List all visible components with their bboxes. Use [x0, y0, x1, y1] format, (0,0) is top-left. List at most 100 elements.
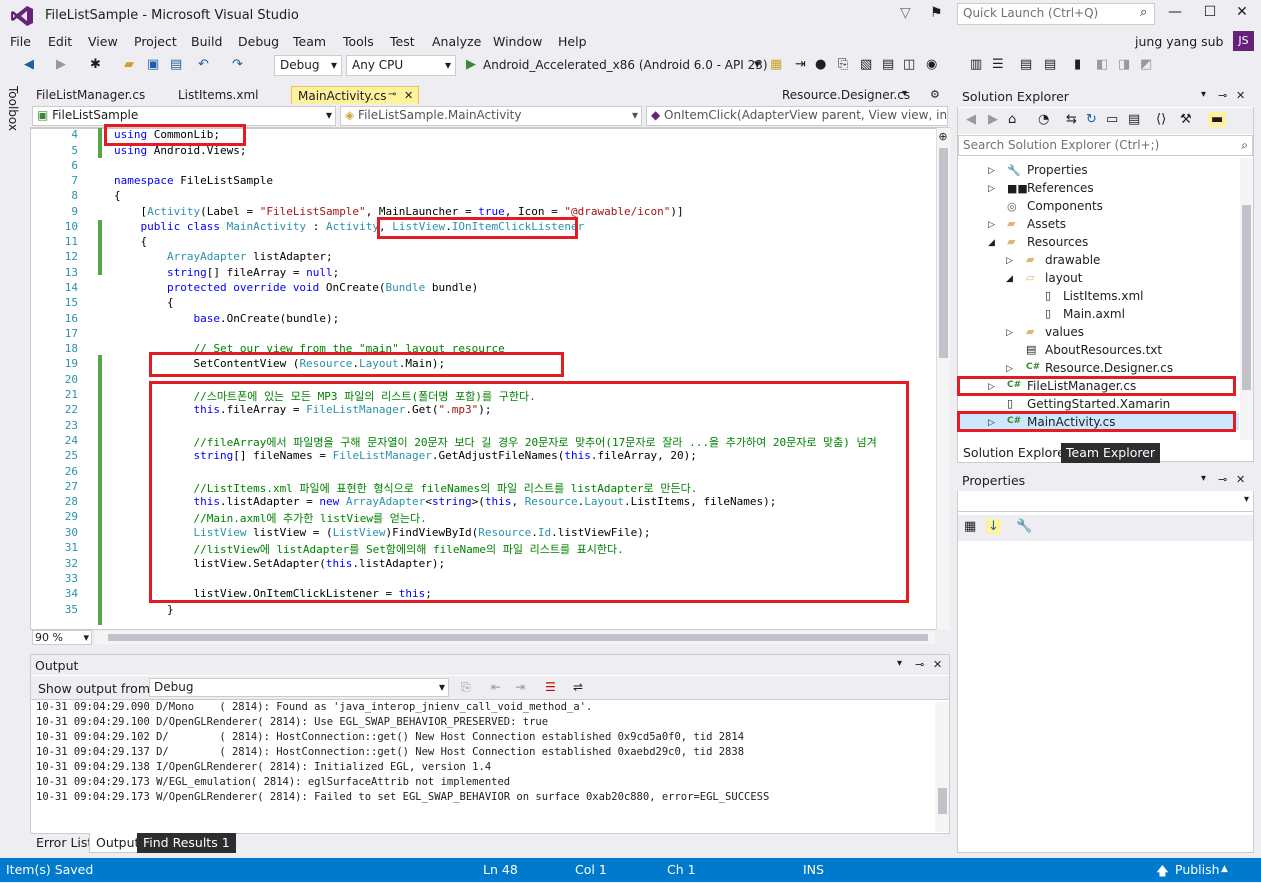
tree-item-properties[interactable]: Properties [1027, 163, 1088, 177]
toolbox-tab[interactable]: Toolbox [6, 86, 20, 131]
close-icon[interactable]: ✕ [933, 658, 942, 671]
start-debug-icon[interactable]: ▶ [466, 57, 476, 72]
expand-icon[interactable]: ▷ [988, 220, 995, 230]
close-button[interactable]: ✕ [1232, 4, 1252, 20]
monitor-icon[interactable]: ◉ [926, 57, 937, 72]
open-folder-icon[interactable]: ▰ [124, 57, 134, 72]
expand-icon[interactable]: ▷ [988, 166, 995, 176]
collapse-all-icon[interactable]: ▭ [1106, 112, 1118, 127]
menu-window[interactable]: Window [493, 34, 542, 49]
redo-icon[interactable]: ↷ [232, 57, 243, 72]
tab-list-dropdown-icon[interactable]: ▾ [902, 88, 907, 99]
code-line[interactable]: { [114, 296, 174, 309]
menu-build[interactable]: Build [191, 34, 222, 49]
prev-message-icon[interactable]: ⇤ [491, 680, 501, 694]
step-icon[interactable]: ⇥ [795, 57, 806, 72]
menu-file[interactable]: File [10, 34, 31, 49]
minimize-button[interactable]: — [1165, 4, 1185, 20]
tab-team-explorer[interactable]: Team Explorer [1061, 443, 1161, 463]
refresh-icon[interactable]: ↻ [1086, 112, 1097, 127]
forward-icon[interactable]: ▶ [988, 112, 998, 127]
tab-solution-explorer[interactable]: Solution Explorer [957, 443, 1076, 463]
project-dropdown[interactable]: ▣ FileListSample ▾ [32, 106, 336, 126]
tab-filelistmanager[interactable]: FileListManager.cs [30, 86, 151, 106]
expand-icon[interactable]: ▷ [1006, 364, 1013, 374]
bookmark-icon[interactable]: ▮ [1074, 57, 1081, 72]
zoom-select[interactable]: 90 % ▾ [32, 630, 92, 645]
code-line[interactable]: namespace FileListSample [114, 174, 273, 187]
code-line[interactable]: protected override void OnCreate(Bundle … [114, 281, 478, 294]
comment-icon[interactable]: ▤ [1020, 57, 1032, 72]
publish-button[interactable]: Publish [1175, 862, 1220, 877]
solution-platform-select[interactable]: Any CPU ▾ [346, 55, 456, 76]
class-dropdown[interactable]: ◈ FileListSample.MainActivity ▾ [340, 106, 642, 126]
maximize-button[interactable]: ☐ [1200, 4, 1220, 20]
home-icon[interactable]: ⌂ [1008, 112, 1016, 127]
pin-icon[interactable]: ⊸ [1218, 89, 1227, 102]
menu-help[interactable]: Help [558, 34, 587, 49]
word-wrap-icon[interactable]: ⇌ [573, 680, 583, 694]
prev-bookmark-icon[interactable]: ◧ [1096, 57, 1108, 72]
screenshot-icon[interactable]: ▧ [860, 57, 872, 72]
layout-icon[interactable]: ▥ [970, 57, 982, 72]
property-pages-icon[interactable]: 🔧 [1016, 519, 1032, 534]
tree-item-resources[interactable]: Resources [1027, 235, 1088, 249]
uncomment-icon[interactable]: ▤ [1044, 57, 1056, 72]
run-target-label[interactable]: Android_Accelerated_x86 (Android 6.0 - A… [483, 58, 768, 72]
code-line[interactable]: ArrayAdapter listAdapter; [114, 250, 333, 263]
align-icon[interactable]: ☰ [992, 57, 1004, 72]
output-text[interactable]: 10-31 09:04:29.090 D/Mono ( 2814): Found… [36, 700, 931, 830]
close-icon[interactable]: ✕ [404, 89, 413, 102]
tree-item-gettingstarted[interactable]: GettingStarted.Xamarin [1027, 397, 1170, 411]
member-dropdown[interactable]: ◆ OnItemClick(AdapterView parent, View v… [646, 106, 948, 126]
preview-icon[interactable]: ▬ [1208, 112, 1227, 127]
split-icon[interactable]: ⊕ [937, 130, 949, 143]
pending-changes-icon[interactable]: ◔ [1038, 112, 1049, 127]
circle-play-icon[interactable]: ● [815, 57, 826, 72]
tab-listitems[interactable]: ListItems.xml [172, 86, 264, 106]
alphabetical-icon[interactable]: ↓ [986, 519, 1001, 534]
device-manager-icon[interactable]: ▦ [770, 57, 782, 72]
close-icon[interactable]: ✕ [1236, 473, 1245, 486]
menu-edit[interactable]: Edit [48, 34, 72, 49]
code-line[interactable]: { [114, 235, 147, 248]
scrollbar-thumb[interactable] [939, 148, 948, 358]
solution-search-input[interactable]: Search Solution Explorer (Ctrl+;) ⌕ [958, 135, 1253, 156]
avatar[interactable]: JS [1233, 31, 1254, 51]
tree-item-components[interactable]: Components [1027, 199, 1103, 213]
back-icon[interactable]: ◀ [966, 112, 976, 127]
user-name[interactable]: jung yang sub [1135, 34, 1223, 49]
menu-test[interactable]: Test [390, 34, 415, 49]
code-line[interactable]: { [114, 189, 121, 202]
chevron-up-icon[interactable]: ▲ [1221, 864, 1228, 874]
tree-item-aboutresources[interactable]: AboutResources.txt [1045, 343, 1162, 357]
tree-item-values[interactable]: values [1045, 325, 1084, 339]
next-message-icon[interactable]: ⇥ [515, 680, 525, 694]
pin-icon[interactable]: ⊸ [388, 89, 396, 100]
tree-item-resource-designer[interactable]: Resource.Designer.cs [1045, 361, 1173, 375]
tab-find-results[interactable]: Find Results 1 [137, 833, 236, 853]
tab-resource-designer[interactable]: Resource.Designer.cs [776, 86, 916, 106]
save-icon[interactable]: ▣ [147, 57, 159, 72]
code-line[interactable]: string[] fileArray = null; [114, 266, 339, 279]
publish-up-icon[interactable]: 🡅 [1156, 862, 1169, 883]
scrollbar-thumb[interactable] [938, 788, 947, 814]
tree-item-listitems-xml[interactable]: ListItems.xml [1063, 289, 1143, 303]
back-icon[interactable]: ◀ [24, 57, 34, 72]
pin-icon[interactable]: ⊸ [1218, 473, 1227, 486]
gear-icon[interactable]: ⚙ [930, 88, 940, 101]
dropdown-icon[interactable]: ▾ [897, 658, 902, 669]
android-sdk-icon[interactable]: ◫ [903, 57, 915, 72]
quick-launch-input[interactable]: Quick Launch (Ctrl+Q) [957, 3, 1155, 25]
tree-item-layout[interactable]: layout [1045, 271, 1082, 285]
expand-icon[interactable]: ▷ [1006, 256, 1013, 266]
search-icon[interactable]: ⌕ [1140, 5, 1147, 20]
output-source-select[interactable]: Debug ▾ [149, 678, 449, 697]
scrollbar-thumb[interactable] [1242, 205, 1251, 390]
next-bookmark-icon[interactable]: ◨ [1118, 57, 1130, 72]
expand-icon[interactable]: ▷ [1006, 328, 1013, 338]
collapse-icon[interactable]: ◢ [1006, 274, 1013, 284]
menu-project[interactable]: Project [134, 34, 177, 49]
expand-icon[interactable]: ▷ [988, 184, 995, 194]
menu-view[interactable]: View [88, 34, 118, 49]
